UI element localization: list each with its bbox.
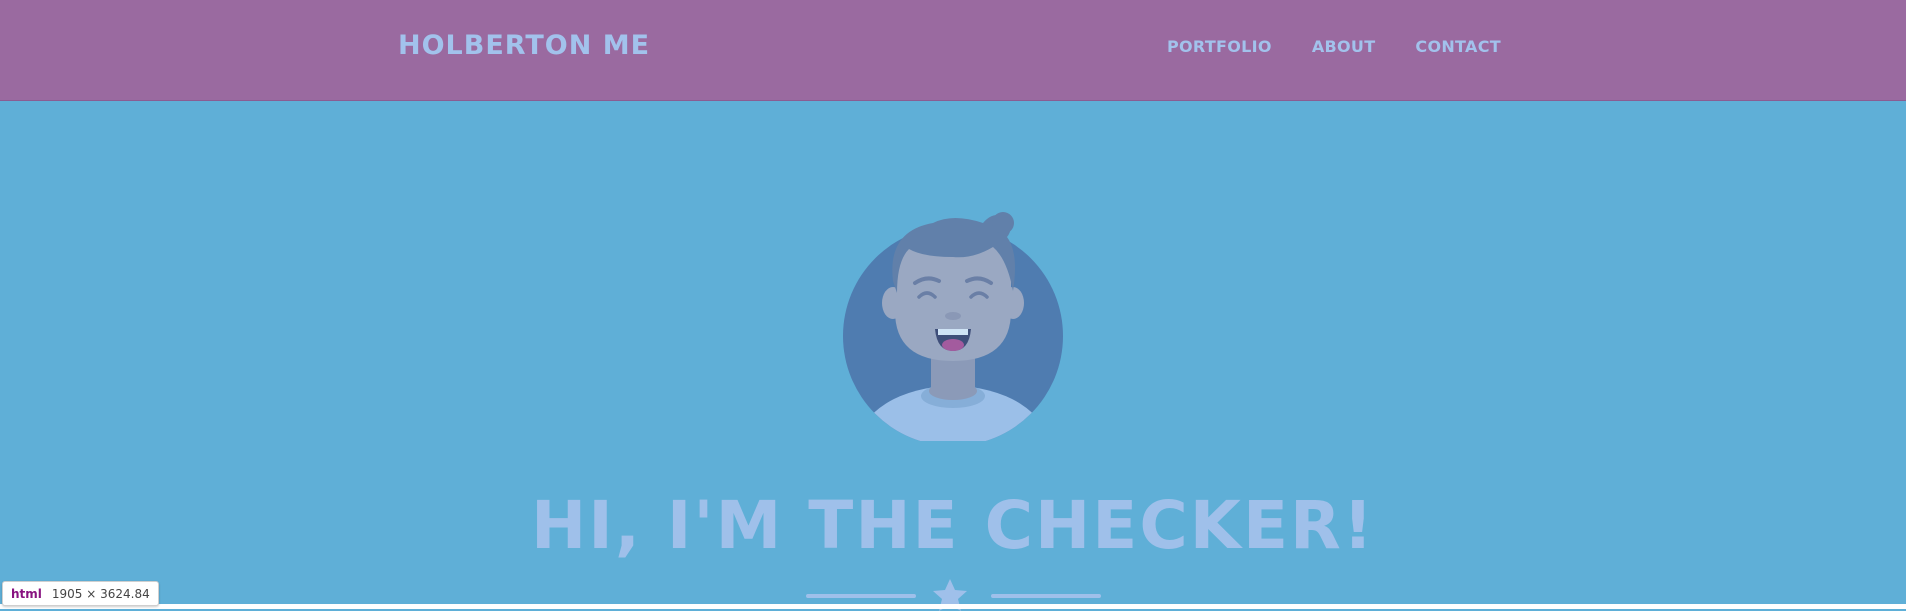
nav-link-about[interactable]: ABOUT [1312,37,1376,56]
nav-link-contact[interactable]: CONTACT [1415,37,1501,56]
hero-section: HI, I'M THE CHECKER! [0,101,1906,611]
brand-logo[interactable]: HOLBERTON ME [398,30,650,61]
devtools-dimensions: 1905 × 3624.84 [51,586,150,601]
hero-title: HI, I'M THE CHECKER! [531,487,1375,564]
nav-link-portfolio[interactable]: PORTFOLIO [1167,37,1272,56]
divider-line-right [991,594,1101,598]
devtools-tag-name: html [11,586,42,601]
devtools-element-tooltip: html 1905 × 3624.84 [2,581,159,606]
nav-links: PORTFOLIO ABOUT CONTACT [1167,37,1501,56]
smiling-person-avatar-icon [843,212,1063,441]
divider-line-left [806,594,916,598]
bottom-edge [0,604,1906,609]
navbar: HOLBERTON ME PORTFOLIO ABOUT CONTACT [0,0,1906,101]
